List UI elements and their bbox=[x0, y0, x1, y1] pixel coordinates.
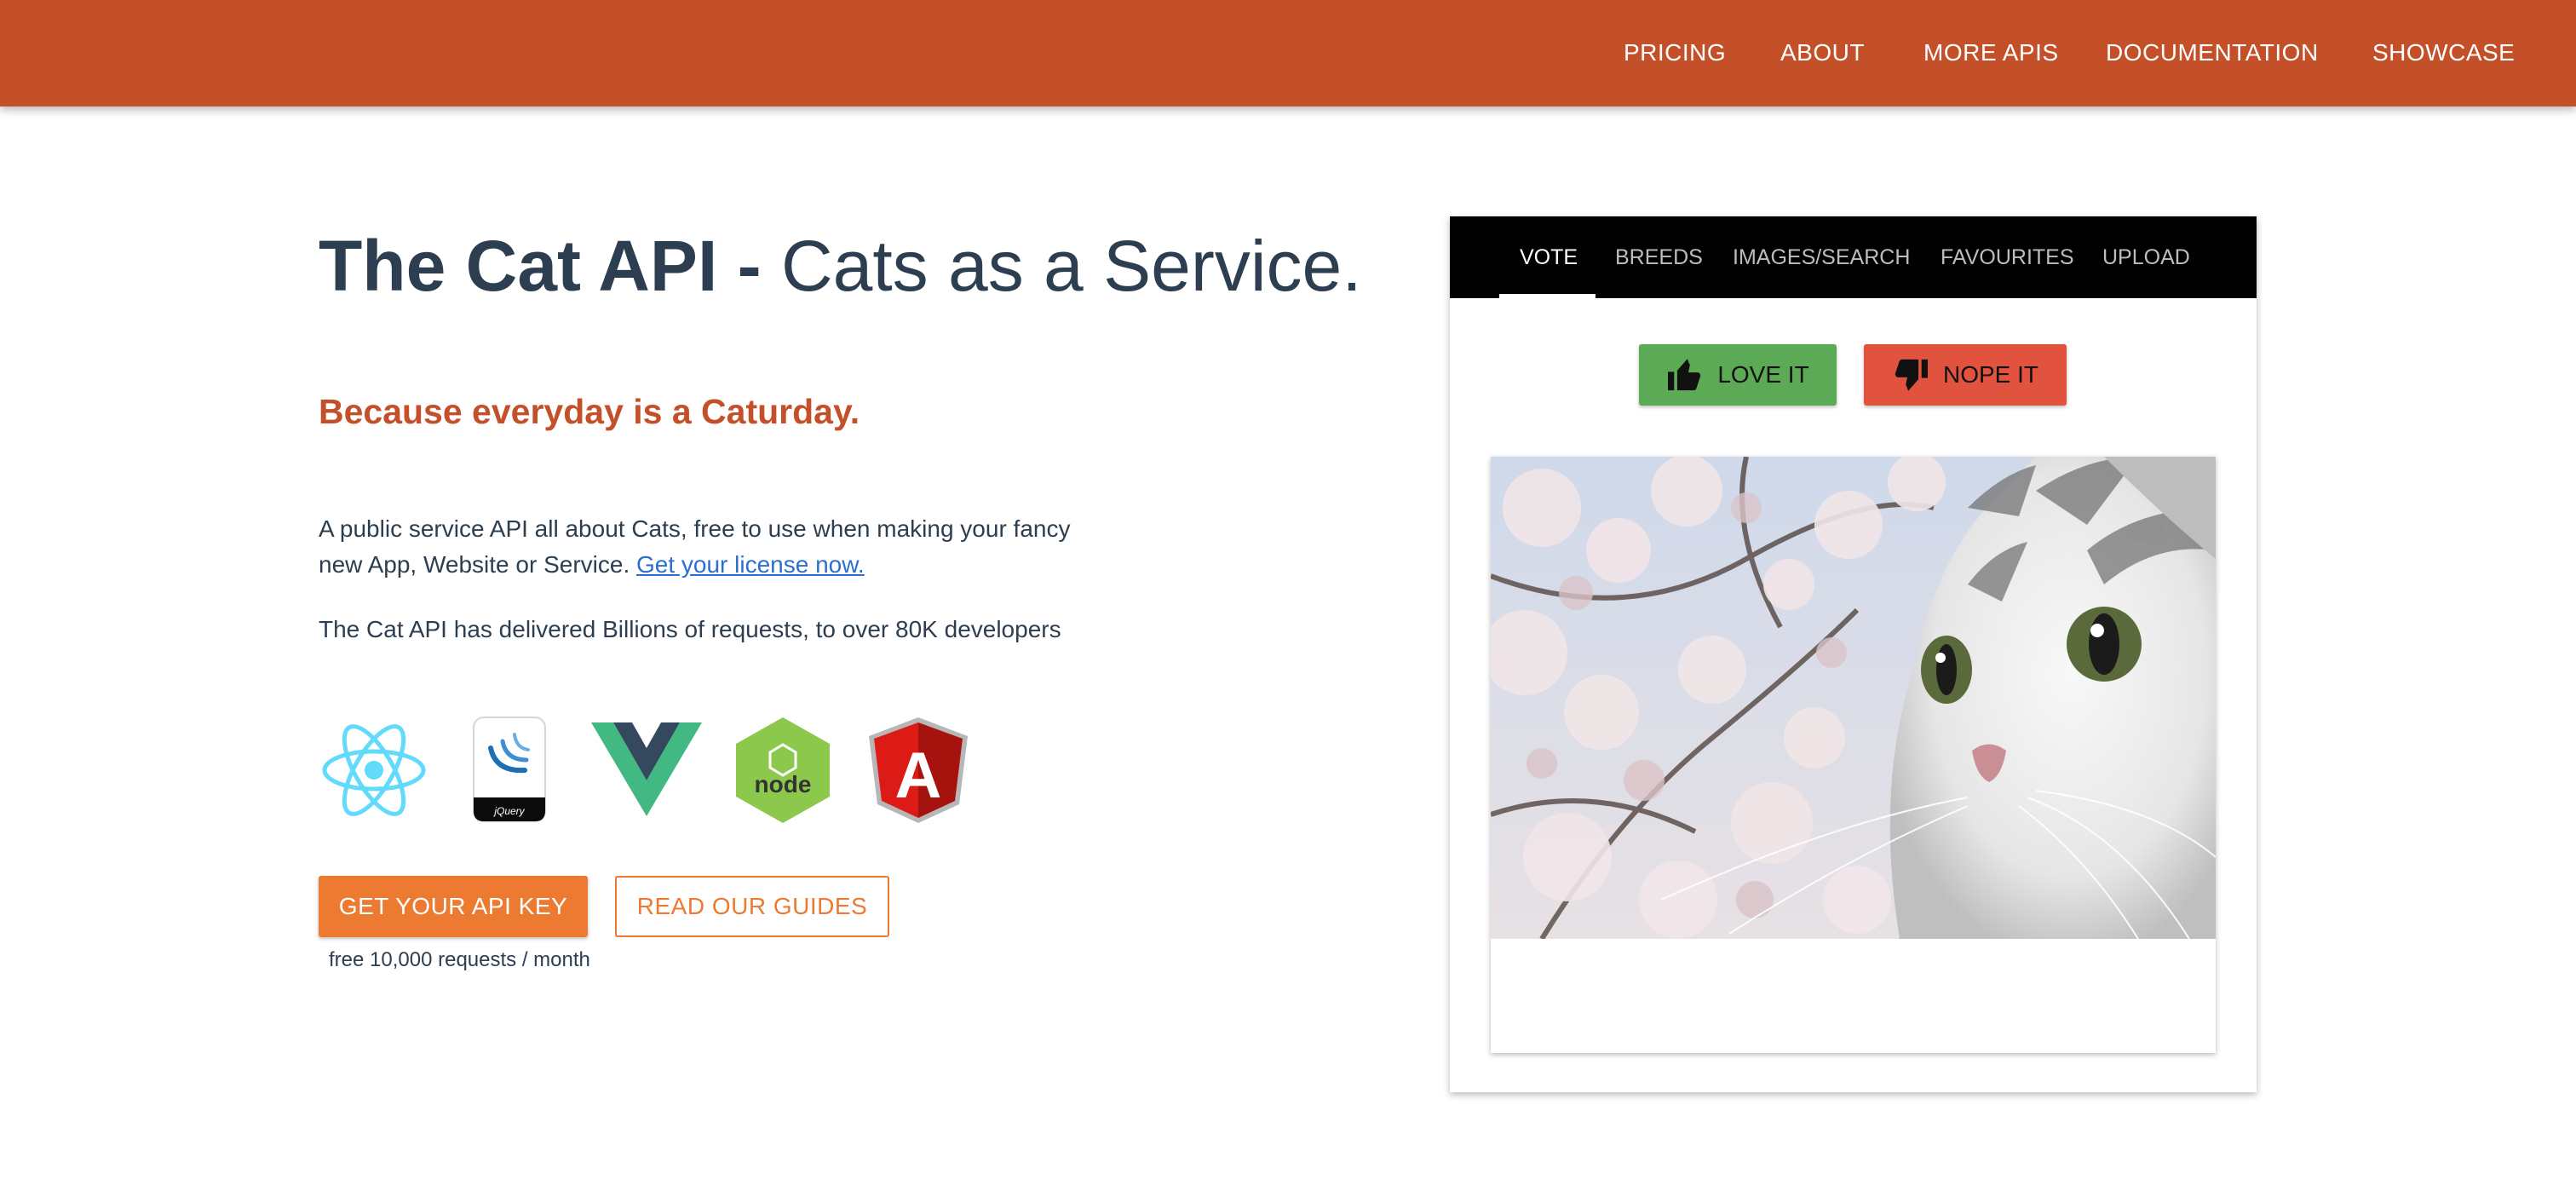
nope-it-label: NOPE IT bbox=[1942, 361, 2038, 388]
page-title: The Cat API - Cats as a Service. bbox=[319, 223, 1362, 308]
tagline: Because everyday is a Caturday. bbox=[319, 392, 860, 431]
read-guides-button[interactable]: READ OUR GUIDES bbox=[615, 876, 889, 937]
stats-text: The Cat API has delivered Billions of re… bbox=[319, 616, 1061, 642]
nav-pricing[interactable]: PRICING bbox=[1624, 34, 1726, 72]
tab-vote[interactable]: VOTE bbox=[1520, 216, 1578, 298]
tab-favourites[interactable]: FAVOURITES bbox=[1941, 216, 2074, 298]
tab-breeds[interactable]: BREEDS bbox=[1615, 216, 1703, 298]
nope-it-button[interactable]: NOPE IT bbox=[1864, 344, 2067, 406]
demo-tab-bar: VOTE BREEDS IMAGES/SEARCH FAVOURITES UPL… bbox=[1450, 216, 2257, 298]
nav-more-apis[interactable]: MORE APIS bbox=[1923, 34, 2059, 72]
top-nav-bar: PRICING ABOUT MORE APIS DOCUMENTATION SH… bbox=[0, 0, 2576, 106]
node-logo: node bbox=[736, 717, 830, 823]
jquery-logo-text: jQuery bbox=[492, 805, 525, 817]
license-link[interactable]: Get your license now. bbox=[636, 551, 865, 578]
demo-card: VOTE BREEDS IMAGES/SEARCH FAVOURITES UPL… bbox=[1450, 216, 2257, 1092]
get-api-key-button[interactable]: GET YOUR API KEY bbox=[319, 876, 588, 937]
angular-logo: A bbox=[869, 717, 968, 823]
page-title-slogan: Cats as a Service. bbox=[780, 226, 1362, 306]
tab-images-search[interactable]: IMAGES/SEARCH bbox=[1733, 216, 1910, 298]
active-tab-indicator bbox=[1499, 294, 1596, 298]
love-it-button[interactable]: LOVE IT bbox=[1639, 344, 1837, 406]
nav-about[interactable]: ABOUT bbox=[1780, 34, 1865, 72]
cat-photo bbox=[1491, 457, 2216, 939]
nav-documentation[interactable]: DOCUMENTATION bbox=[2106, 34, 2319, 72]
page-title-brand: The Cat API bbox=[319, 226, 718, 306]
page-title-separator: - bbox=[717, 226, 781, 306]
react-logo bbox=[322, 724, 426, 816]
node-logo-text: node bbox=[755, 771, 812, 797]
jquery-logo: jQuery bbox=[473, 717, 546, 822]
thumbs-down-icon bbox=[1895, 359, 1928, 391]
description: A public service API all about Cats, fre… bbox=[319, 511, 1085, 583]
vue-logo bbox=[591, 722, 702, 816]
thumbs-up-icon bbox=[1668, 359, 1701, 391]
angular-logo-text: A bbox=[895, 740, 942, 812]
tab-upload[interactable]: UPLOAD bbox=[2102, 216, 2190, 298]
free-tier-note: free 10,000 requests / month bbox=[329, 948, 590, 971]
cat-image-panel bbox=[1491, 457, 2216, 1053]
love-it-label: LOVE IT bbox=[1717, 361, 1809, 388]
nav-showcase[interactable]: SHOWCASE bbox=[2372, 34, 2515, 72]
